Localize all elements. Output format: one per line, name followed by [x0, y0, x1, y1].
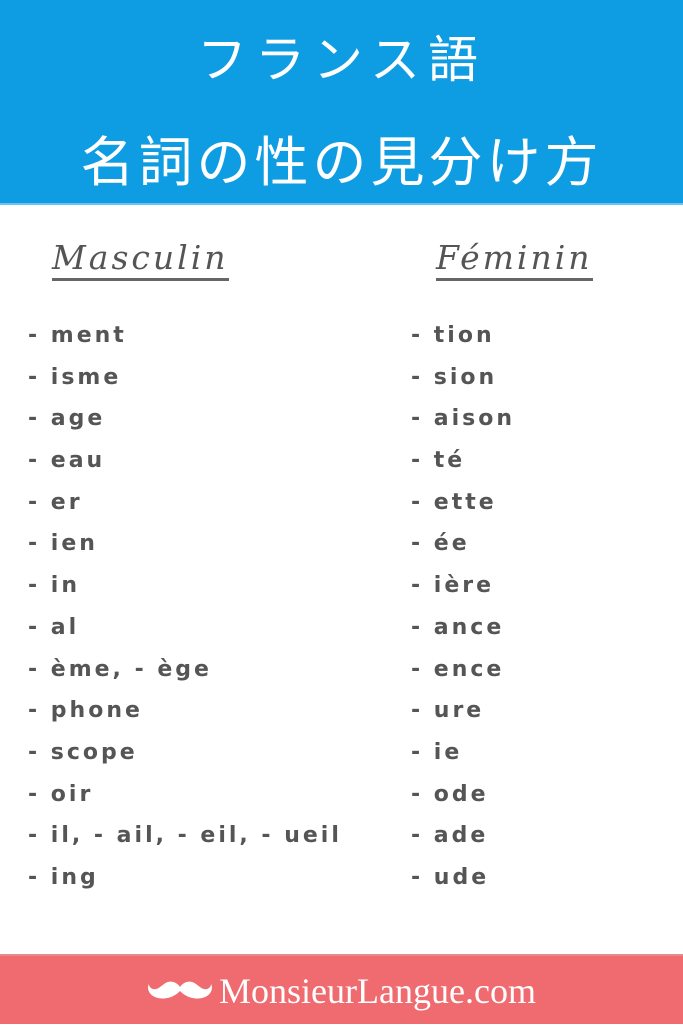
list-item: - ment [28, 323, 127, 348]
brand-name: MonsieurLangue.com [219, 971, 536, 1011]
mustache-icon [148, 981, 212, 999]
list-item: - scope [28, 739, 138, 765]
feminine-heading: Féminin [436, 238, 593, 281]
list-item: - ance [411, 614, 505, 640]
title-line-1: フランス語 [197, 31, 486, 89]
list-item: - ude [411, 864, 490, 890]
feminine-suffix-list: - tion - sion - aison - té - ette - ée -… [411, 318, 515, 902]
list-item: - ière [411, 573, 495, 599]
footer-banner: MonsieurLangue.com [0, 954, 683, 1024]
list-item: - phone [28, 698, 143, 724]
list-item: - ette [411, 489, 497, 515]
list-item: - ie [411, 739, 463, 765]
list-item: - in [28, 573, 80, 599]
list-item: - age [28, 406, 106, 432]
list-item: - al [28, 614, 80, 640]
list-item: - eau [28, 448, 106, 474]
list-item: - aison [411, 406, 516, 432]
list-item: - il, - ail, - eil, - ueil [28, 823, 342, 849]
list-item: - té [411, 448, 466, 474]
masculine-suffix-list: - ment - isme - age - eau - er - ien - i… [28, 318, 342, 902]
masculine-heading: Masculin [52, 238, 229, 281]
list-item: - ien [28, 531, 98, 557]
list-item: - ode [411, 781, 489, 807]
title-line-2: 名詞の性の見分け方 [80, 131, 603, 194]
list-item: - ence [411, 656, 505, 682]
list-item: - oir [28, 781, 94, 807]
list-item: - ème, - ège [28, 656, 212, 682]
list-item: - ure [411, 698, 485, 724]
list-item: - tion [411, 323, 495, 348]
list-item: - ade [411, 823, 489, 849]
list-item: - er [28, 489, 83, 515]
list-item: - isme [28, 364, 122, 390]
list-item: - ing [28, 864, 99, 890]
list-item: - ée [411, 531, 470, 557]
list-item: - sion [411, 364, 498, 390]
header-banner: フランス語 名詞の性の見分け方 [0, 0, 683, 205]
